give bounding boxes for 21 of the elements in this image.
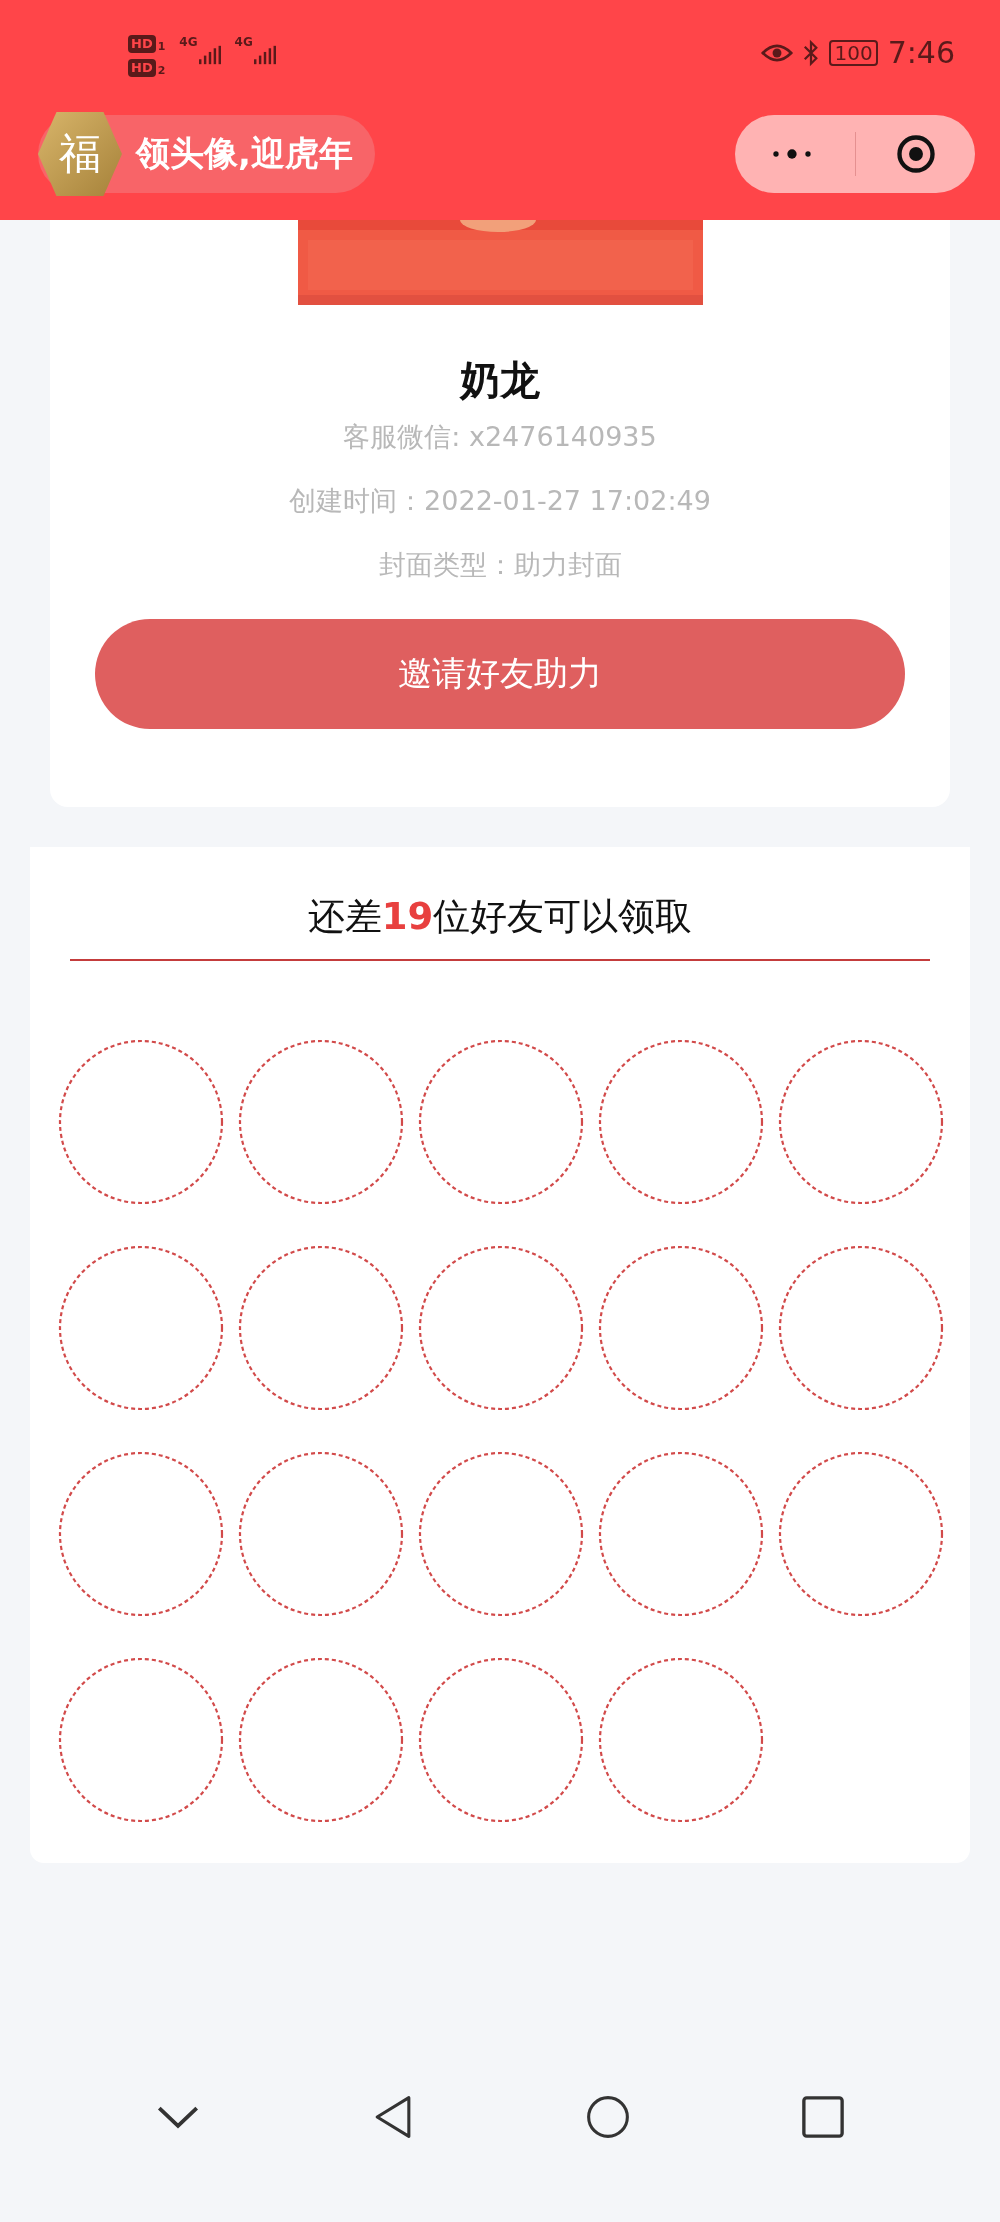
- network-label: 4G: [179, 34, 198, 49]
- progress-title: 还差19位好友可以领取: [307, 894, 693, 940]
- sim-slot: 2: [157, 64, 166, 77]
- info-text: 客服微信: x2476140935: [343, 420, 657, 454]
- hd-badge: HD: [128, 58, 156, 77]
- recents-icon[interactable]: [800, 2095, 845, 2139]
- close-icon[interactable]: [896, 134, 936, 174]
- cover-name: 奶龙: [460, 356, 540, 405]
- sim-slot: 1: [157, 40, 166, 53]
- network-label: 4G: [234, 34, 253, 49]
- bluetooth-icon: [803, 37, 820, 68]
- info-text: 封面类型：助力封面: [378, 548, 622, 582]
- battery-icon: 100: [829, 39, 878, 66]
- info-text: 创建时间：2022-01-27 17:02:49: [289, 484, 711, 518]
- page-title: 领头像,迎虎年: [136, 132, 353, 175]
- home-icon[interactable]: [585, 2095, 630, 2139]
- fortune-badge: 福: [38, 112, 122, 196]
- invite-button[interactable]: 邀请好友助力: [95, 619, 905, 729]
- clock-time: 7:46: [887, 35, 955, 70]
- hd-badge: HD: [128, 34, 156, 53]
- more-icon[interactable]: [772, 148, 812, 160]
